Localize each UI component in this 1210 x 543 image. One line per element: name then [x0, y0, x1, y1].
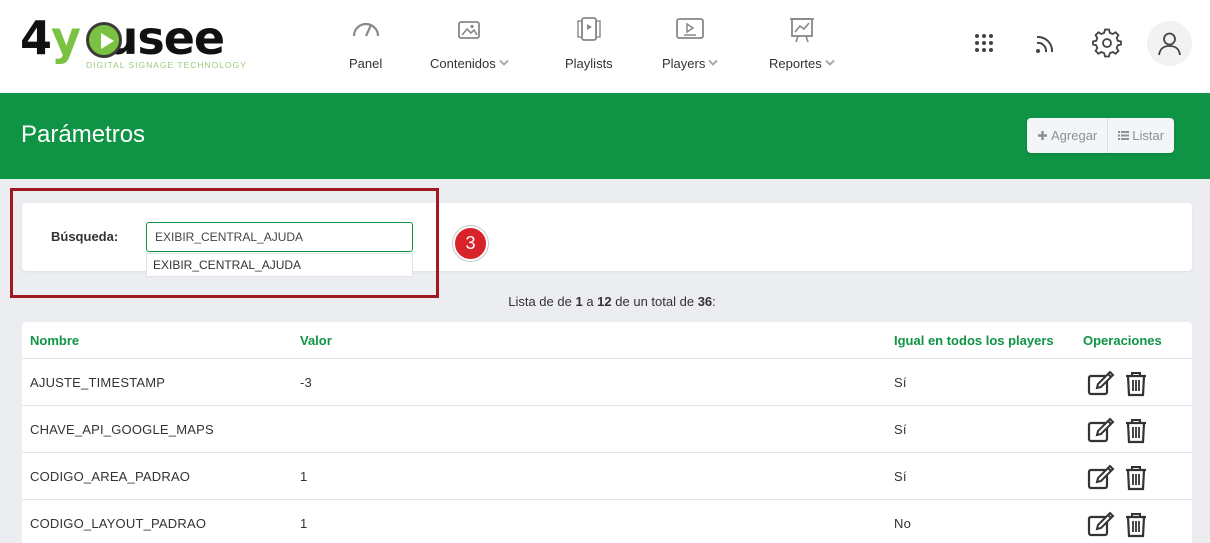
table-row: CODIGO_LAYOUT_PADRAO 1 No: [22, 500, 1192, 543]
chevron-down-icon: [708, 59, 719, 66]
images-icon: [458, 21, 481, 39]
chevron-down-icon: [499, 59, 509, 66]
gear-icon[interactable]: [1090, 26, 1124, 60]
player-icon: [676, 18, 705, 39]
gauge-icon: [352, 22, 379, 37]
cell-igual: Sí: [894, 375, 907, 390]
nav-item-reportes[interactable]: Reportes: [769, 14, 835, 73]
summary-from: 1: [575, 294, 583, 309]
cell-nombre: AJUSTE_TIMESTAMP: [30, 375, 166, 390]
top-navbar: 4y usee DIGITAL SIGNAGE TECHNOLOGY Panel…: [0, 0, 1210, 93]
nav-item-panel[interactable]: Panel: [349, 14, 382, 73]
nav-label: Panel: [349, 56, 383, 71]
cell-valor: -3: [300, 375, 312, 390]
add-button-label: Agregar: [1051, 128, 1098, 143]
cell-igual: Sí: [894, 469, 907, 484]
trash-icon[interactable]: [1122, 463, 1150, 491]
nav-label: Playlists: [565, 56, 613, 71]
column-header-nombre[interactable]: Nombre: [30, 333, 79, 348]
nav-item-contenidos[interactable]: Contenidos: [430, 14, 509, 73]
column-header-igual[interactable]: Igual en todos los players: [894, 333, 1054, 348]
logo-tagline: DIGITAL SIGNAGE TECHNOLOGY: [86, 60, 247, 70]
nav-item-playlists[interactable]: Playlists: [565, 14, 613, 73]
trash-icon[interactable]: [1122, 510, 1150, 538]
column-header-operaciones: Operaciones: [1083, 333, 1162, 348]
edit-icon[interactable]: [1087, 369, 1115, 397]
add-button[interactable]: Agregar: [1027, 118, 1109, 153]
edit-icon[interactable]: [1087, 416, 1115, 444]
column-header-valor[interactable]: Valor: [300, 333, 332, 348]
user-icon: [1158, 32, 1181, 56]
cell-nombre: CODIGO_LAYOUT_PADRAO: [30, 516, 207, 531]
edit-icon[interactable]: [1087, 510, 1115, 538]
edit-icon[interactable]: [1087, 463, 1115, 491]
summary-to: 12: [597, 294, 612, 309]
list-button[interactable]: Listar: [1108, 118, 1175, 153]
list-button-label: Listar: [1132, 128, 1165, 143]
apps-grid-icon[interactable]: [967, 26, 1001, 60]
table-row: CHAVE_API_GOOGLE_MAPS Sí: [22, 406, 1192, 453]
action-button-group: Agregar Listar: [1027, 118, 1175, 153]
trash-icon[interactable]: [1122, 416, 1150, 444]
cell-nombre: CODIGO_AREA_PADRAO: [30, 469, 191, 484]
nav-item-players[interactable]: Players: [662, 14, 719, 73]
chevron-down-icon: [825, 59, 835, 66]
nav-label: Players: [662, 56, 706, 71]
cell-valor: 1: [300, 469, 308, 484]
nav-label: Reportes: [769, 56, 822, 71]
summary-to-word: a: [586, 294, 594, 309]
summary-prefix: Lista de de: [508, 294, 572, 309]
plus-icon: [1038, 131, 1047, 140]
step-badge: 3: [453, 226, 488, 261]
user-avatar[interactable]: [1147, 21, 1192, 66]
trash-icon[interactable]: [1122, 369, 1150, 397]
cell-valor: 1: [300, 516, 308, 531]
playlist-icon: [577, 17, 601, 41]
page-title: Parámetros: [21, 121, 146, 148]
summary-total-text: de un total de: [615, 294, 695, 309]
rss-icon[interactable]: [1028, 26, 1062, 60]
list-icon: [1118, 131, 1130, 140]
table-row: CODIGO_AREA_PADRAO 1 Sí: [22, 453, 1192, 500]
cell-igual: No: [894, 516, 912, 531]
tutorial-highlight-box: [10, 188, 439, 298]
brand-logo[interactable]: 4y usee DIGITAL SIGNAGE TECHNOLOGY: [20, 11, 247, 74]
nav-label: Contenidos: [430, 56, 496, 71]
chart-icon: [789, 18, 814, 43]
logo-wordmark: 4y usee: [20, 11, 225, 65]
play-icon: [86, 22, 122, 58]
cell-igual: Sí: [894, 422, 907, 437]
table-row: AJUSTE_TIMESTAMP -3 Sí: [22, 359, 1192, 406]
results-summary: Lista de de 1 a 12 de un total de 36:: [0, 294, 1210, 309]
cell-nombre: CHAVE_API_GOOGLE_MAPS: [30, 422, 214, 437]
summary-total: 36: [697, 294, 713, 309]
summary-suffix: :: [712, 294, 716, 309]
